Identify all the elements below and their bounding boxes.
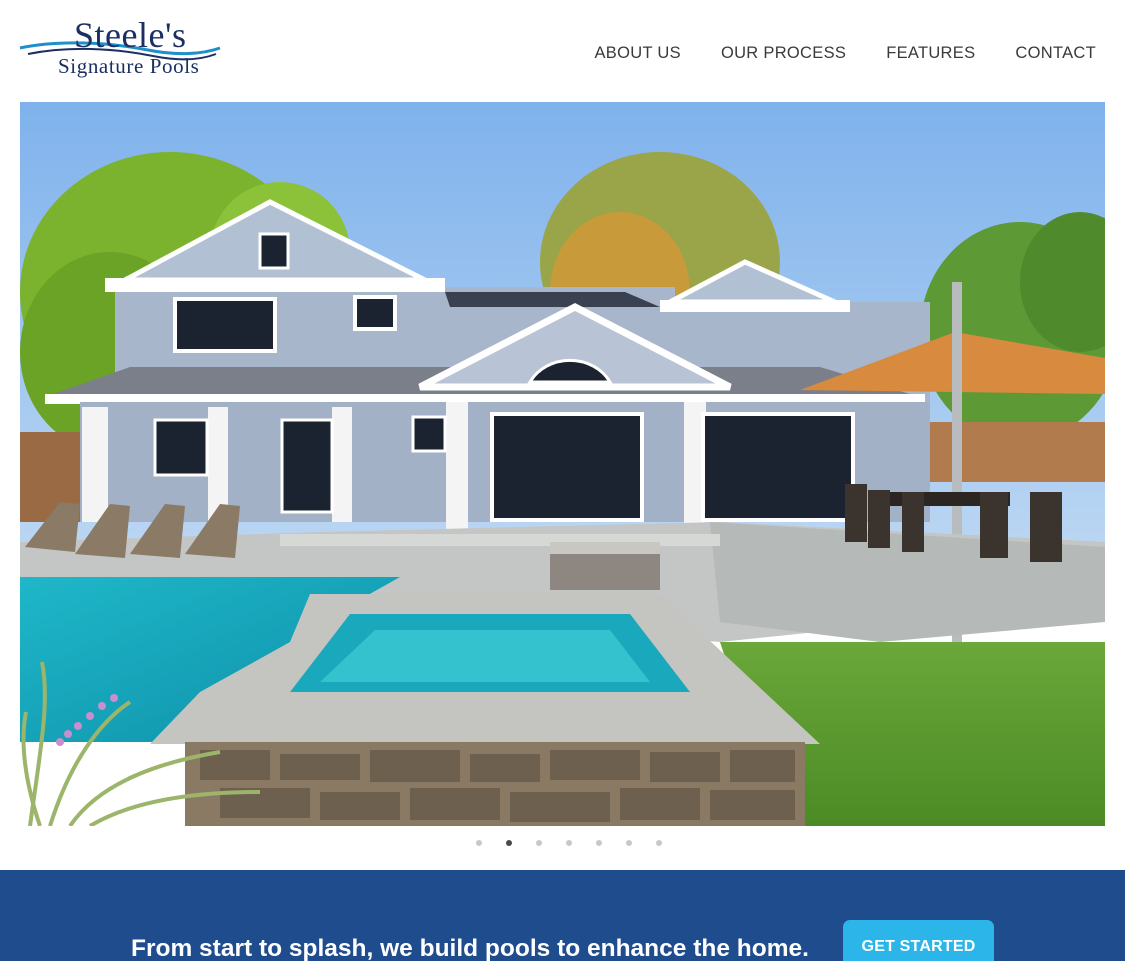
slide-dot-6[interactable] — [625, 840, 632, 846]
slide-dot-2-active[interactable] — [505, 840, 512, 846]
nav-our-process[interactable]: OUR PROCESS — [721, 44, 846, 63]
logo-name-line2: Signature Pools — [58, 54, 200, 78]
site-header: Steele's Signature Pools ABOUT US OUR PR… — [0, 0, 1125, 102]
nav-contact[interactable]: CONTACT — [1015, 44, 1096, 63]
cta-banner: From start to splash, we build pools to … — [0, 870, 1125, 961]
slide-dot-4[interactable] — [565, 840, 572, 846]
house-with-pool-photo — [20, 102, 1105, 826]
slide-dot-7[interactable] — [655, 840, 662, 846]
slide-dot-1[interactable] — [475, 840, 482, 846]
hero-slider[interactable] — [20, 102, 1105, 826]
nav-features[interactable]: FEATURES — [886, 44, 975, 63]
slider-pagination — [0, 840, 1125, 850]
cta-tagline: From start to splash, we build pools to … — [131, 935, 809, 961]
site-logo[interactable]: Steele's Signature Pools — [18, 12, 223, 82]
slide-dot-3[interactable] — [535, 840, 542, 846]
logo-name-line1: Steele's — [74, 15, 187, 55]
get-started-button[interactable]: GET STARTED — [843, 920, 994, 961]
slide-dot-5[interactable] — [595, 840, 602, 846]
nav-about-us[interactable]: ABOUT US — [594, 44, 680, 63]
main-nav: ABOUT US OUR PROCESS FEATURES CONTACT — [594, 44, 1096, 63]
